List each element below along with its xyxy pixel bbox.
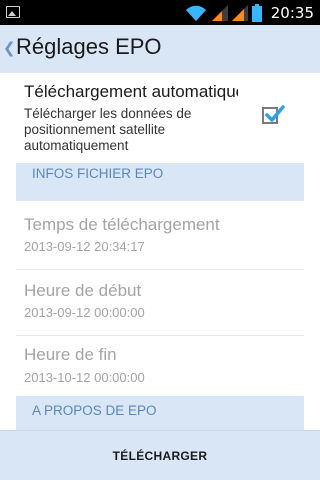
action-bar: ❮ Réglages EPO xyxy=(0,25,320,73)
end-time-value: 2013-10-12 00:00:00 xyxy=(24,370,145,385)
gallery-icon xyxy=(6,6,20,18)
clock: 20:35 xyxy=(270,4,314,22)
section-header-file-info: INFOS FICHIER EPO xyxy=(16,163,304,201)
start-time-title: Heure de début xyxy=(24,281,142,300)
battery-icon xyxy=(252,4,262,22)
page-title[interactable]: Réglages EPO xyxy=(16,34,162,60)
end-time-title: Heure de fin xyxy=(24,345,117,364)
bottom-bar: TÉLÉCHARGER xyxy=(0,430,320,480)
status-bar: 20:35 xyxy=(0,0,320,25)
preferences-list[interactable]: Téléchargement automatique Télécharger l… xyxy=(0,73,320,430)
download-button[interactable]: TÉLÉCHARGER xyxy=(0,431,320,480)
divider xyxy=(16,269,304,270)
checkmark-icon xyxy=(265,105,285,122)
download-time-value: 2013-09-12 20:34:17 xyxy=(24,239,145,254)
divider xyxy=(16,335,304,336)
section-header-about[interactable]: A PROPOS DE EPO xyxy=(16,396,304,430)
auto-download-checkbox[interactable] xyxy=(262,105,285,124)
back-chevron-icon[interactable]: ❮ xyxy=(3,39,16,57)
signal-icon xyxy=(212,5,228,21)
signal-icon xyxy=(232,5,248,21)
auto-download-title: Téléchargement automatique xyxy=(24,82,238,101)
start-time-value: 2013-09-12 00:00:00 xyxy=(24,305,145,320)
auto-download-summary: Télécharger les données de positionnemen… xyxy=(24,106,192,153)
wifi-icon xyxy=(186,5,206,21)
download-time-title: Temps de téléchargement xyxy=(24,215,220,234)
